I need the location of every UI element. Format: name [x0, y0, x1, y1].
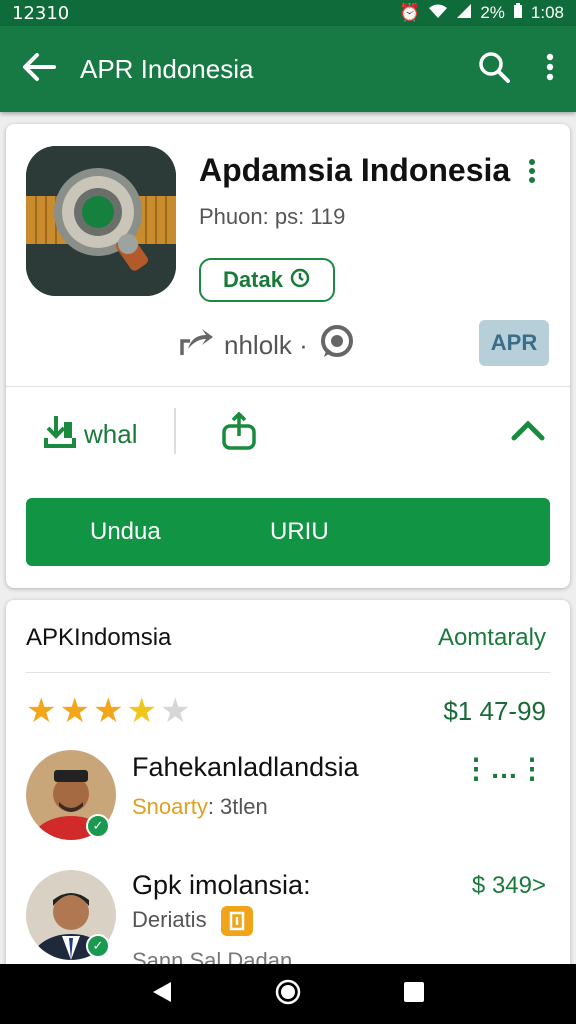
verified-badge-icon: ✓	[86, 934, 110, 958]
wifi-icon	[428, 3, 448, 24]
chip-label: Datak	[223, 267, 283, 292]
person-price[interactable]: $ 349>	[472, 872, 546, 900]
verified-badge-icon: ✓	[86, 814, 110, 838]
star-icon: ★	[92, 692, 124, 730]
more-vert-icon[interactable]	[546, 53, 554, 86]
whatsapp-icon	[318, 324, 354, 367]
divider	[6, 386, 570, 387]
alarm-icon: ⏰	[399, 3, 421, 22]
section-title: APKIndomsia	[26, 624, 172, 651]
person-role: Deriatis	[132, 906, 207, 932]
apk-badge[interactable]: APR	[479, 320, 549, 366]
battery-percent: 2%	[480, 3, 505, 22]
action-separator	[174, 408, 176, 454]
page-title: APR Indonesia	[80, 53, 254, 84]
button-label-right: URIU	[270, 518, 329, 545]
person-name: Gpk imolansia:	[132, 870, 311, 900]
meta-text: nhlolk ·	[224, 330, 308, 360]
share-arrow-icon	[178, 327, 214, 364]
star-icon: ★	[159, 692, 191, 730]
category-chip[interactable]: Datak	[199, 258, 335, 302]
status-icons: ⏰ 2% 1:08	[399, 2, 564, 24]
tag-icon	[220, 906, 253, 936]
status-bar: 12310 ⏰ 2% 1:08	[0, 0, 576, 26]
person-subtitle: Deriatis	[132, 906, 253, 936]
download-label: whal	[84, 419, 138, 449]
meta-row: nhlolk ·	[178, 324, 354, 367]
battery-icon	[513, 2, 523, 24]
reviews-card: APKIndomsia Aomtaraly ★ ★ ★ ★ ★ $1 47-99…	[6, 600, 570, 1020]
star-icon: ★	[26, 692, 57, 730]
button-label-left: Undua	[90, 518, 161, 545]
download-button[interactable]: Undua URIU	[26, 498, 550, 566]
chevron-up-icon[interactable]	[510, 416, 546, 447]
system-nav-bar	[0, 964, 576, 1024]
person-name: Fahekanladlandsia	[132, 752, 359, 782]
person-more[interactable]: ⋮…⋮	[462, 752, 546, 785]
status-clock: 1:08	[530, 3, 564, 22]
nav-home-icon[interactable]	[275, 979, 301, 1010]
back-arrow-icon[interactable]	[22, 52, 56, 87]
section-link[interactable]: Aomtaraly	[438, 624, 546, 652]
star-icon: ★	[126, 692, 157, 730]
timer-icon	[289, 266, 311, 294]
app-name: Apdamsia Indonesia	[199, 152, 511, 188]
app-icon	[26, 146, 176, 296]
rating-stars: ★ ★ ★ ★ ★	[26, 694, 190, 728]
price-text: $1 47-99	[443, 696, 546, 726]
person-role: Snoarty	[132, 794, 208, 819]
app-bar: APR Indonesia	[0, 26, 576, 112]
search-icon[interactable]	[478, 51, 510, 88]
share-icon[interactable]	[220, 411, 258, 455]
nav-back-icon[interactable]	[151, 980, 173, 1009]
nav-recents-icon[interactable]	[403, 981, 425, 1008]
signal-icon	[456, 3, 472, 24]
person-subtitle: Snoarty: 3tlen	[132, 794, 268, 820]
status-time: 12310	[12, 2, 70, 24]
more-vert-icon[interactable]	[528, 158, 536, 189]
download-action[interactable]: whal	[44, 414, 137, 455]
publisher-text: Phuon: ps: 119	[199, 204, 346, 229]
app-detail-card: Apdamsia Indonesia Phuon: ps: 119 Datak …	[6, 124, 570, 588]
star-icon: ★	[59, 692, 90, 730]
download-icon	[44, 414, 76, 455]
person-meta: : 3tlen	[207, 794, 268, 819]
divider	[26, 672, 550, 673]
action-row: whal	[6, 404, 570, 464]
